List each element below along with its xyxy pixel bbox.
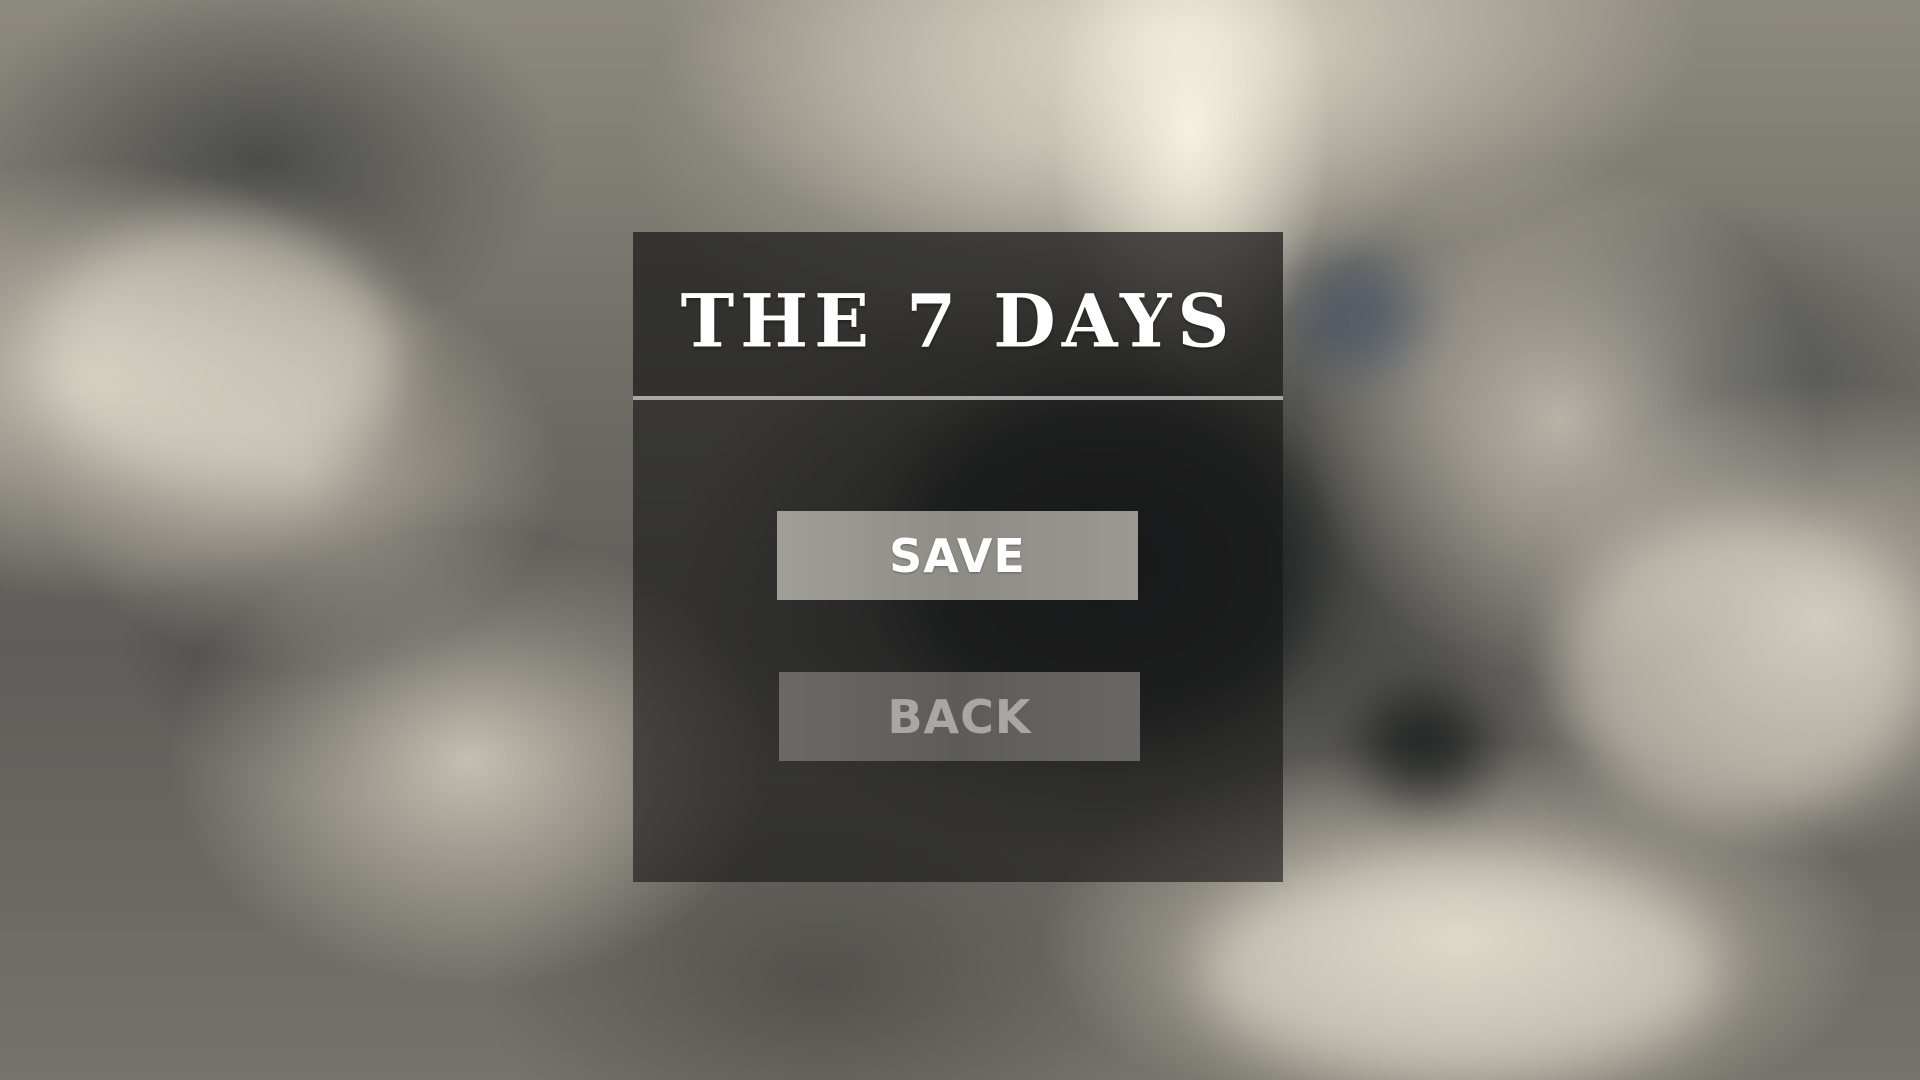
background-cloud	[1560, 520, 1920, 820]
background-cloud	[40, 220, 400, 480]
save-menu-dialog: THE 7 DAYS SAVE BACK	[633, 232, 1283, 882]
save-button[interactable]: SAVE	[777, 511, 1138, 600]
background-cloud	[1360, 690, 1490, 800]
background-cloud	[1200, 860, 1720, 1080]
game-title: THE 7 DAYS	[680, 277, 1236, 364]
background-cloud	[1300, 260, 1420, 370]
title-divider	[633, 396, 1283, 400]
dialog-header: THE 7 DAYS	[633, 232, 1283, 397]
back-button[interactable]: BACK	[779, 672, 1140, 761]
